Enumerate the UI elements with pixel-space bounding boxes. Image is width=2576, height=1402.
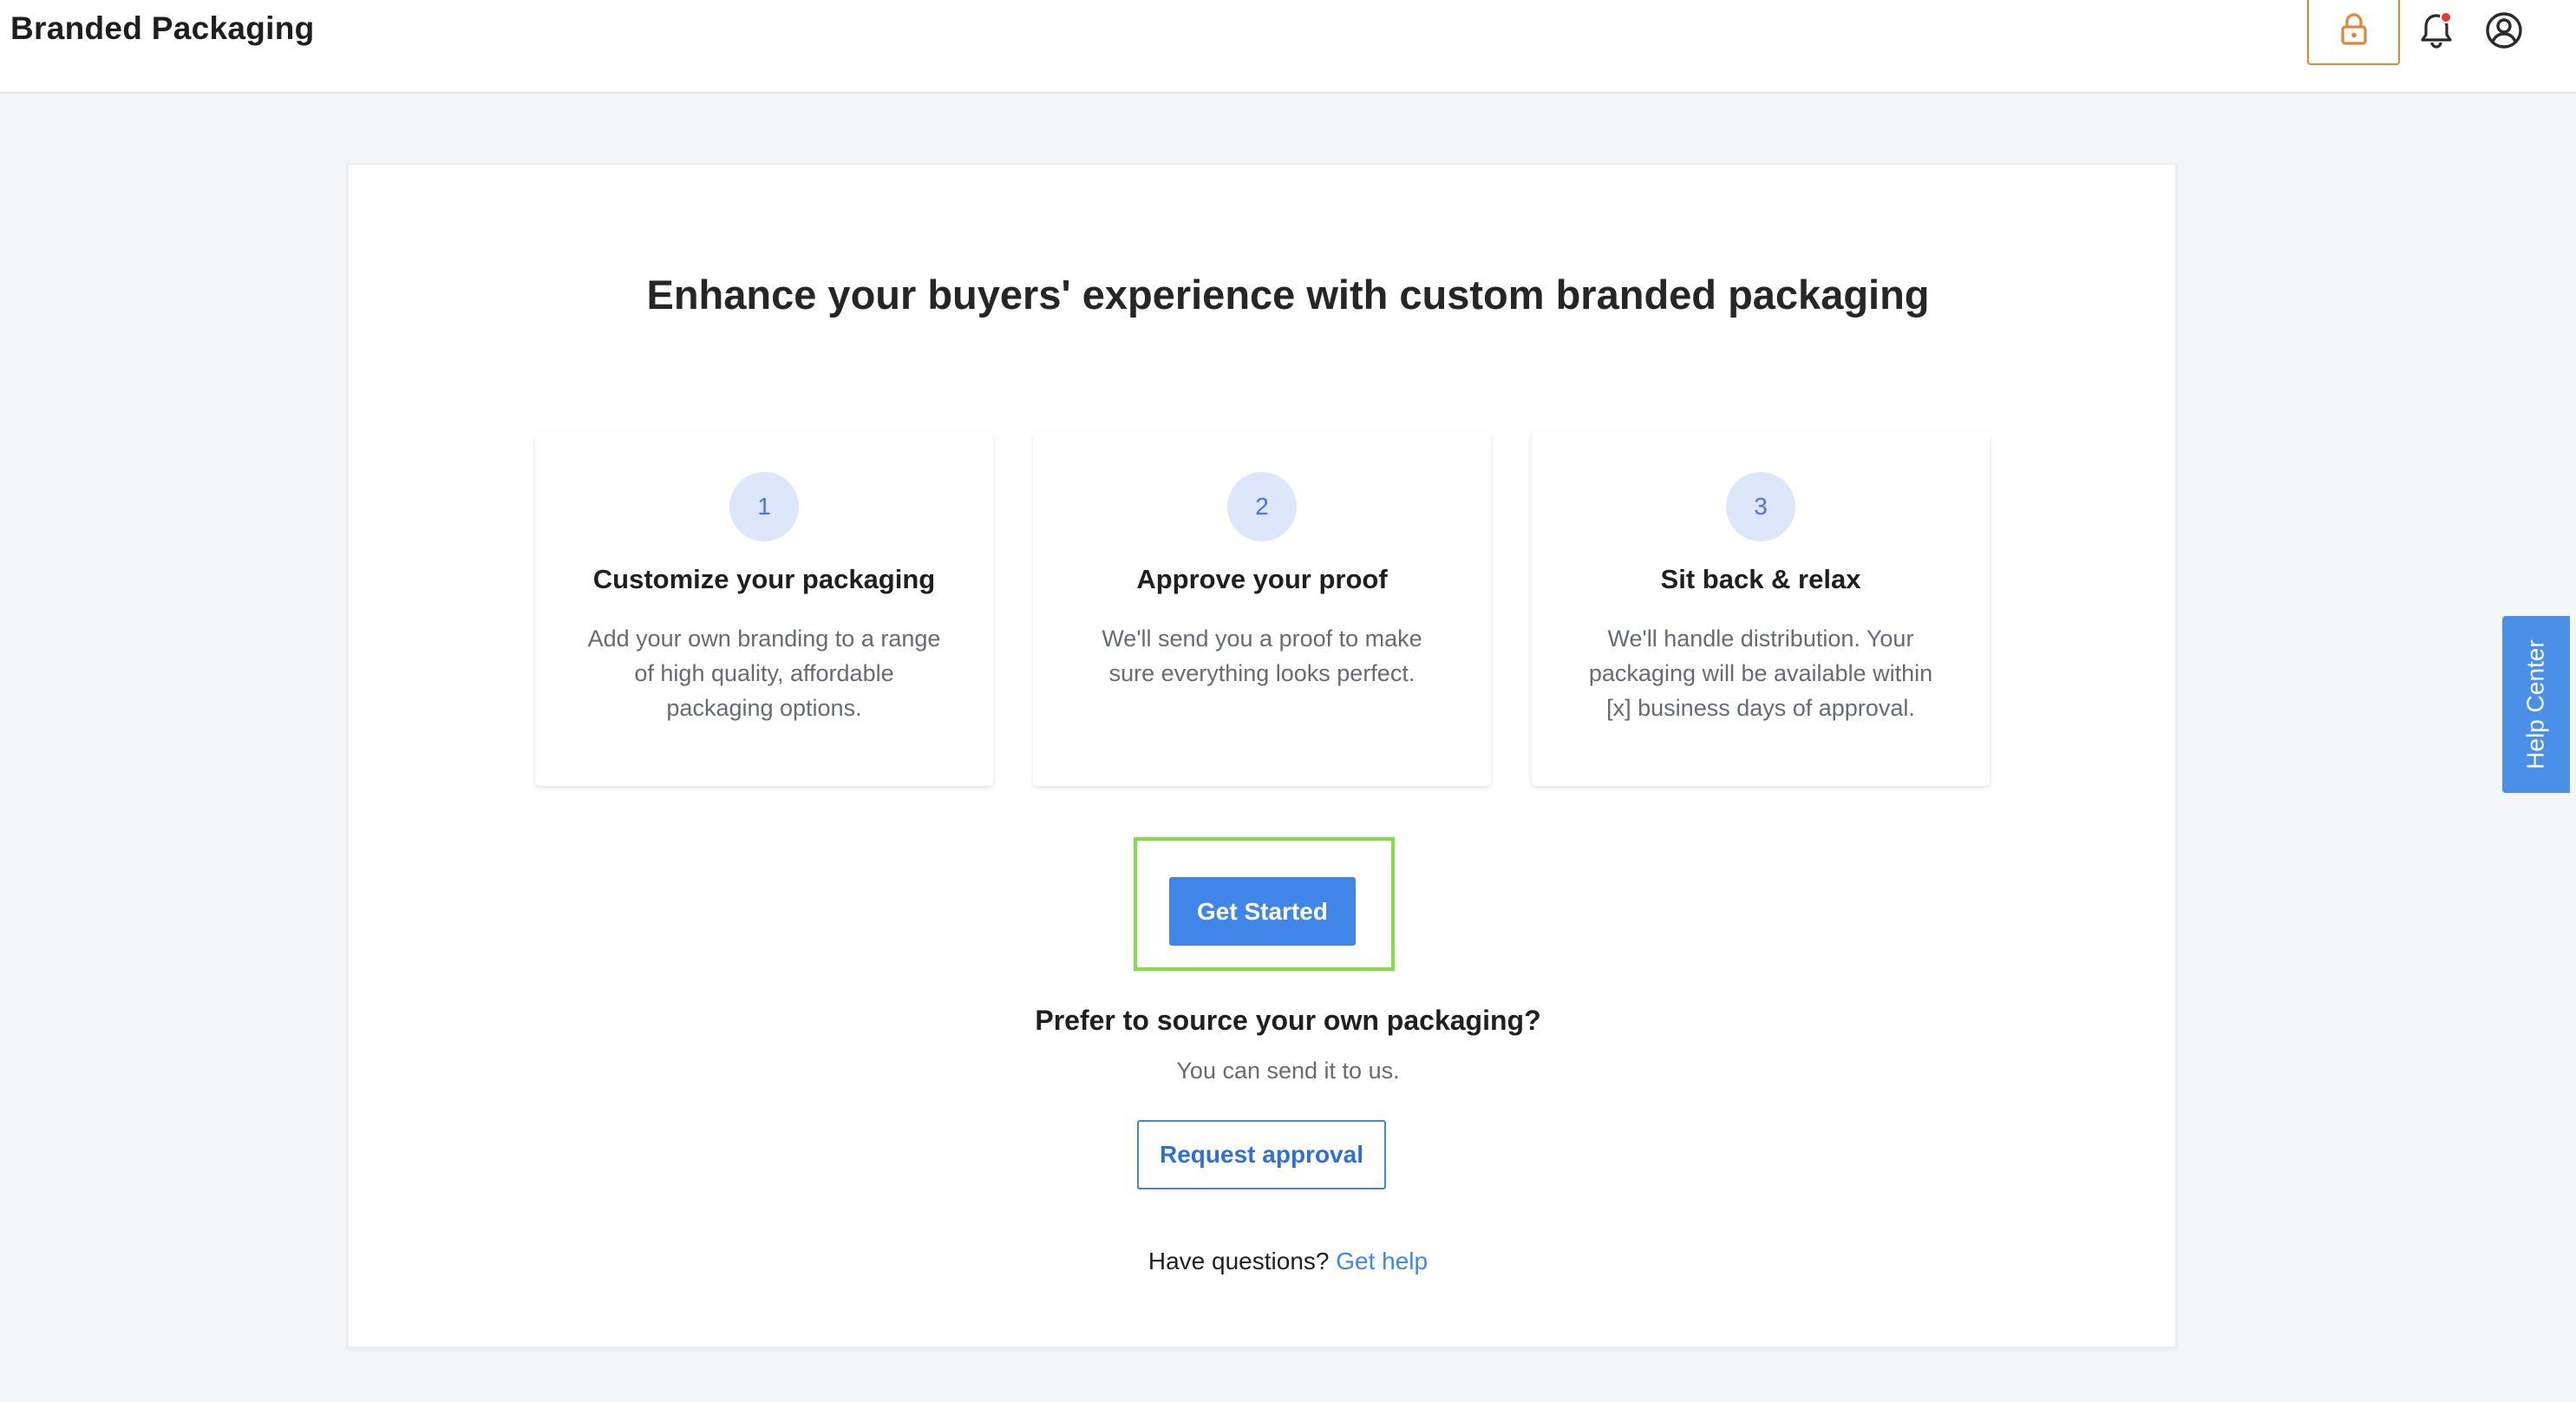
help-center-label: Help Center bbox=[2522, 639, 2549, 770]
step-number-badge: 1 bbox=[729, 472, 799, 541]
page-headline: Enhance your buyers' experience with cus… bbox=[646, 272, 1930, 318]
step-card-1: 1 Customize your packaging Add your own … bbox=[535, 432, 993, 786]
own-packaging-subtext: You can send it to us. bbox=[1176, 1058, 1400, 1084]
step-card-3: 3 Sit back & relax We'll handle distribu… bbox=[1532, 432, 1990, 786]
page-title: Branded Packaging bbox=[10, 10, 315, 46]
bell-icon bbox=[2417, 10, 2455, 55]
step-description: We'll send you a proof to make sure ever… bbox=[1102, 626, 1422, 686]
top-header: Branded Packaging bbox=[0, 0, 2576, 94]
own-packaging-heading: Prefer to source your own packaging? bbox=[1035, 1005, 1541, 1036]
step-title: Approve your proof bbox=[1136, 564, 1388, 594]
get-started-button[interactable]: Get Started bbox=[1169, 877, 1356, 946]
step-description: Add your own branding to a range of high… bbox=[587, 626, 941, 721]
lock-button[interactable] bbox=[2307, 0, 2400, 65]
step-title: Sit back & relax bbox=[1660, 564, 1861, 594]
notifications-button[interactable] bbox=[2415, 10, 2458, 54]
step-title: Customize your packaging bbox=[592, 564, 936, 594]
step-number-badge: 2 bbox=[1227, 472, 1297, 541]
help-center-tab[interactable]: Help Center bbox=[2502, 616, 2570, 793]
get-help-link[interactable]: Get help bbox=[1336, 1248, 1428, 1274]
step-number-badge: 3 bbox=[1726, 472, 1795, 541]
notification-dot bbox=[2440, 10, 2452, 23]
questions-text: Have questions? bbox=[1147, 1248, 1337, 1274]
lock-icon bbox=[2339, 13, 2369, 50]
request-approval-button[interactable]: Request approval bbox=[1137, 1120, 1386, 1189]
step-card-2: 2 Approve your proof We'll send you a pr… bbox=[1033, 432, 1491, 786]
help-footer: Have questions? Get help bbox=[0, 1248, 2576, 1275]
account-button[interactable] bbox=[2482, 10, 2526, 54]
step-description: We'll handle distribution. Your packagin… bbox=[1588, 626, 1933, 721]
user-circle-icon bbox=[2485, 11, 2523, 54]
